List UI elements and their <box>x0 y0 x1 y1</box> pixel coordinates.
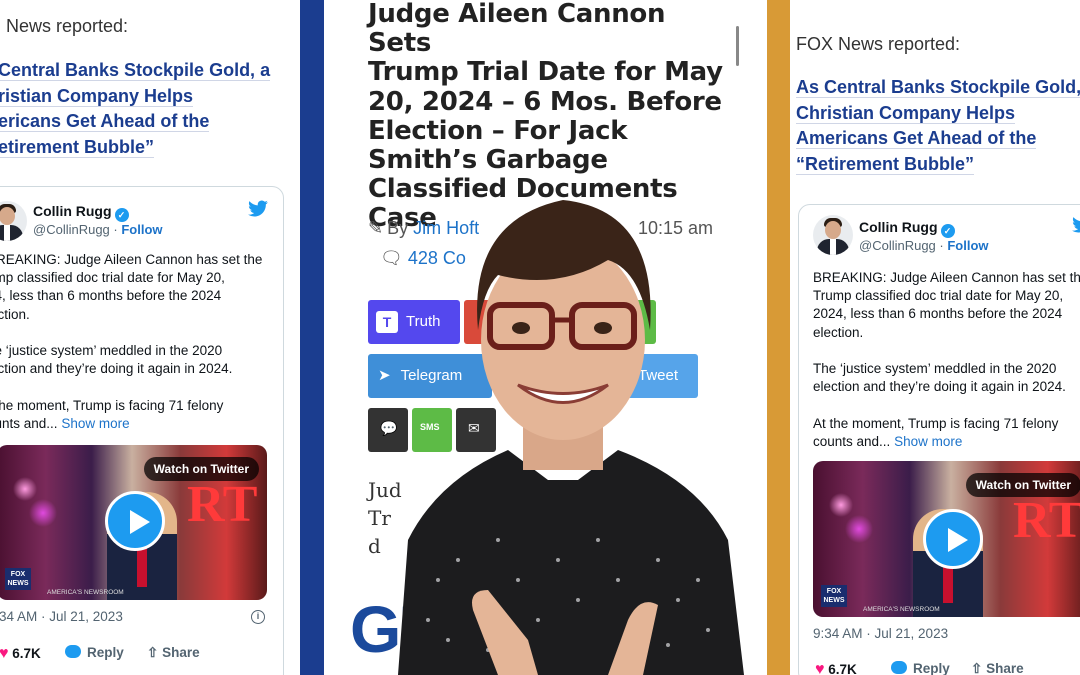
show-more-link[interactable]: Show more <box>894 434 962 449</box>
watch-on-twitter-button[interactable]: Watch on Twitter <box>143 457 259 481</box>
orange-divider <box>767 0 790 675</box>
article-headline-link[interactable]: As Central Banks Stockpile Gold, Christi… <box>796 75 1080 177</box>
presenter-overlay <box>398 200 744 675</box>
like-button[interactable]: ♥ 6.7K <box>0 645 41 663</box>
left-screenshot-panel: News reported: Central Banks Stockpile G… <box>0 0 300 675</box>
heart-icon: ♥ <box>815 661 825 675</box>
tweet-video[interactable]: RT Watch on Twitter FOX NEWS AMERICA'S N… <box>0 445 267 600</box>
scrollbar[interactable] <box>736 26 739 66</box>
show-more-link[interactable]: Show more <box>61 416 129 431</box>
reported-label: FOX News reported: <box>796 34 961 54</box>
reply-icon <box>891 661 907 674</box>
tweet-author-handle: @CollinRugg · Follow <box>859 238 989 253</box>
share-button[interactable]: ⇧ Share <box>971 661 1024 675</box>
share-icon: ⇧ <box>147 645 159 660</box>
blue-divider <box>300 0 324 675</box>
verified-icon: ✓ <box>940 224 955 238</box>
share-button[interactable]: ⇧ Share <box>147 645 200 661</box>
tweet-text: BREAKING: Judge Aileen Cannon has set th… <box>0 252 263 431</box>
fox-news-logo: FOX NEWS <box>821 585 847 607</box>
embedded-tweet: Collin Rugg✓ @CollinRugg · Follow BREAKI… <box>0 186 284 675</box>
tweet-timestamp[interactable]: 34 AM · Jul 21, 2023 <box>0 609 123 624</box>
embedded-tweet: Collin Rugg✓ @CollinRugg · Follow BREAKI… <box>798 204 1080 675</box>
tweet-video[interactable]: RT Watch on Twitter FOX NEWS AMERICA'S N… <box>813 461 1080 617</box>
info-icon[interactable]: i <box>251 610 265 624</box>
play-icon[interactable] <box>923 509 983 569</box>
follow-button[interactable]: Follow <box>121 222 162 237</box>
share-icon: ⇧ <box>971 661 983 675</box>
follow-button[interactable]: Follow <box>947 238 988 253</box>
twitter-bird-icon[interactable] <box>247 200 269 218</box>
reported-label: News reported: <box>6 16 129 36</box>
avatar[interactable] <box>0 201 27 241</box>
fox-news-logo: FOX NEWS <box>5 568 31 590</box>
tweet-author-name[interactable]: Collin Rugg ✓ <box>859 219 955 238</box>
reply-icon <box>65 645 81 658</box>
reply-button[interactable]: Reply <box>65 645 124 660</box>
right-screenshot-panel: FOX News reported: As Central Banks Stoc… <box>790 0 1080 675</box>
watch-on-twitter-button[interactable]: Watch on Twitter <box>965 473 1080 497</box>
reply-button[interactable]: Reply <box>891 661 950 675</box>
article-headline-link[interactable]: Central Banks Stockpile Gold, a ristian … <box>0 58 298 160</box>
heart-icon: ♥ <box>0 645 9 662</box>
play-icon[interactable] <box>105 491 165 551</box>
newsroom-caption: AMERICA'S NEWSROOM <box>47 589 124 596</box>
like-button[interactable]: ♥ 6.7K <box>815 661 857 675</box>
tweet-timestamp[interactable]: 9:34 AM · Jul 21, 2023 <box>813 626 948 641</box>
avatar[interactable] <box>813 215 853 255</box>
verified-icon: ✓ <box>114 208 129 222</box>
twitter-bird-icon[interactable] <box>1071 216 1080 234</box>
newsroom-caption: AMERICA'S NEWSROOM <box>863 606 940 613</box>
tweet-text: BREAKING: Judge Aileen Cannon has set th… <box>813 270 1080 449</box>
tweet-author-handle: @CollinRugg · Follow <box>33 222 163 237</box>
tweet-author-name[interactable]: Collin Rugg ✓ <box>33 203 129 222</box>
